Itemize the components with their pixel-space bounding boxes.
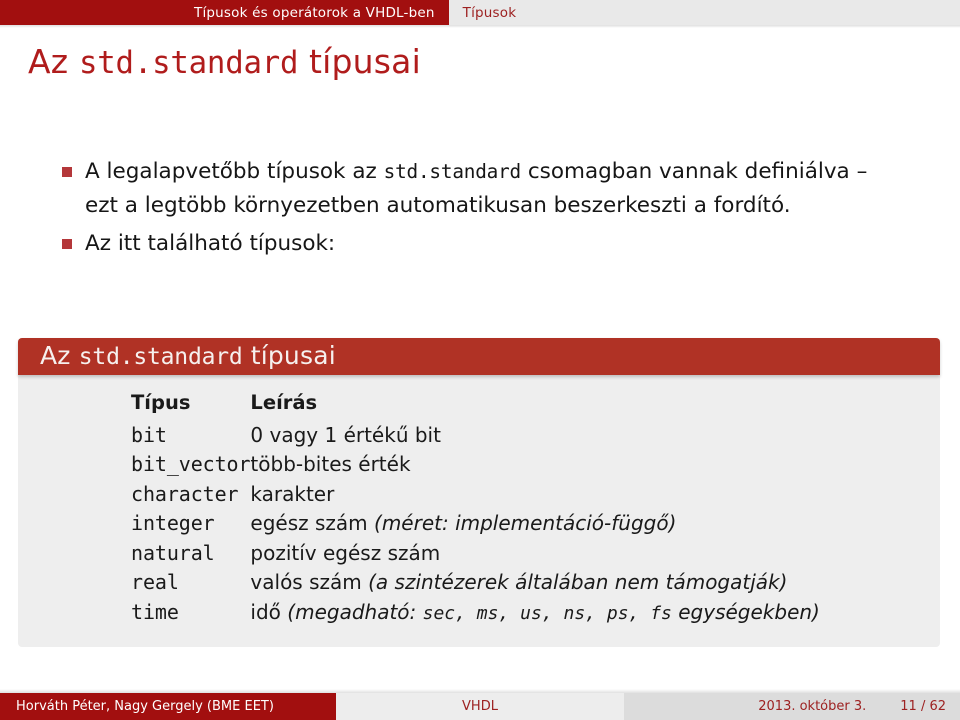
desc-plain: idő: [250, 599, 288, 624]
square-bullet-icon: [62, 167, 72, 177]
table-row: bit_vector több-bites érték: [131, 450, 820, 480]
column-header-type: Típus: [131, 391, 191, 414]
list-item-text: A legalapvetőbb típusok az std.standard …: [85, 155, 885, 223]
list-item: A legalapvetőbb típusok az std.standard …: [0, 155, 960, 223]
desc-italic: (a szintézerek általában nem támogatják): [368, 570, 788, 594]
header-shadow: [0, 25, 960, 28]
type-name: integer: [131, 511, 215, 535]
table-row: character karakter: [131, 480, 820, 510]
desc-plain: egész szám: [250, 511, 375, 535]
nav-subsection-tipusok[interactable]: Típusok: [448, 0, 531, 25]
type-name: natural: [131, 540, 215, 565]
table-header-row: Típus Leírás: [131, 389, 820, 421]
type-description: 0 vagy 1 értékű bit: [250, 421, 819, 451]
bullet-2-part1: Az itt található típusok:: [85, 231, 336, 256]
nav-section-tipusok-es-operatorok[interactable]: Típusok és operátorok a VHDL-ben: [180, 0, 449, 25]
page-title: Az std.standard típusai: [28, 42, 421, 81]
desc-tail: egységekben): [671, 599, 820, 624]
desc-units: sec, ms, us, ns, ps, fs: [422, 602, 672, 624]
type-description: egész szám (méret: implementáció-függő): [250, 509, 819, 539]
footer-date: 2013. október 3.: [758, 699, 867, 714]
type-name: character: [131, 481, 239, 506]
footer-bar: Horváth Péter, Nagy Gergely (BME EET) VH…: [0, 693, 960, 720]
desc-italic: (méret: implementáció-függő): [374, 511, 677, 535]
column-header-description: Leírás: [250, 391, 318, 414]
list-item: Az itt található típusok:: [0, 227, 960, 261]
list-item-text: Az itt található típusok:: [85, 227, 335, 261]
type-description: pozitív egész szám: [250, 539, 819, 569]
block-body: Típus Leírás bit 0 vagy 1 értékű bit bit…: [18, 375, 940, 647]
footer-date-page: 2013. október 3. 11 / 62: [624, 693, 960, 720]
desc-plain: valós szám: [250, 570, 369, 594]
type-name: bit: [131, 422, 167, 447]
type-name: time: [131, 599, 179, 624]
desc-italic: (megadható:: [287, 599, 423, 624]
type-name: real: [131, 570, 179, 594]
bullet-1-part1: A legalapvetőbb típusok az: [85, 159, 384, 184]
table-row: natural pozitív egész szám: [131, 539, 820, 569]
table-row: integer egész szám (méret: implementáció…: [131, 509, 820, 539]
header-navigation-bar: Típusok és operátorok a VHDL-ben Típusok: [0, 0, 960, 25]
type-description: több-bites érték: [250, 450, 819, 480]
footer-authors: Horváth Péter, Nagy Gergely (BME EET): [0, 693, 336, 720]
type-description: karakter: [250, 480, 819, 510]
type-name: bit_vector: [131, 452, 251, 476]
table-row: bit 0 vagy 1 értékű bit: [131, 421, 820, 451]
header-right-fill: [530, 0, 960, 25]
block-title: Az std.standard típusai: [18, 338, 940, 375]
desc-plain: karakter: [250, 481, 335, 506]
block-title-mono: std.standard: [78, 344, 243, 370]
table-row: time idő (megadható: sec, ms, us, ns, ps…: [131, 598, 820, 630]
bullet-1-mono: std.standard: [383, 160, 522, 183]
page-title-prefix: Az: [28, 42, 79, 81]
header-left-fill: [0, 0, 180, 25]
footer-title: VHDL: [336, 693, 624, 720]
footer-page-number: 11 / 62: [900, 699, 946, 714]
desc-plain: több-bites érték: [250, 452, 411, 476]
desc-plain: pozitív egész szám: [250, 540, 441, 565]
bullet-list: A legalapvetőbb típusok az std.standard …: [0, 155, 960, 265]
page-title-mono: std.standard: [79, 46, 299, 81]
table-row: real valós szám (a szintézerek általában…: [131, 568, 820, 598]
block-title-suffix: típusai: [242, 341, 336, 370]
types-block: Az std.standard típusai Típus Leírás bit…: [18, 338, 940, 647]
block-title-prefix: Az: [40, 341, 79, 370]
square-bullet-icon: [62, 239, 72, 249]
page-title-suffix: típusai: [298, 42, 421, 81]
type-description: idő (megadható: sec, ms, us, ns, ps, fs …: [250, 598, 819, 630]
desc-plain: 0 vagy 1 értékű bit: [250, 422, 441, 447]
types-table: Típus Leírás bit 0 vagy 1 értékű bit bit…: [131, 389, 820, 629]
type-description: valós szám (a szintézerek általában nem …: [250, 568, 819, 598]
